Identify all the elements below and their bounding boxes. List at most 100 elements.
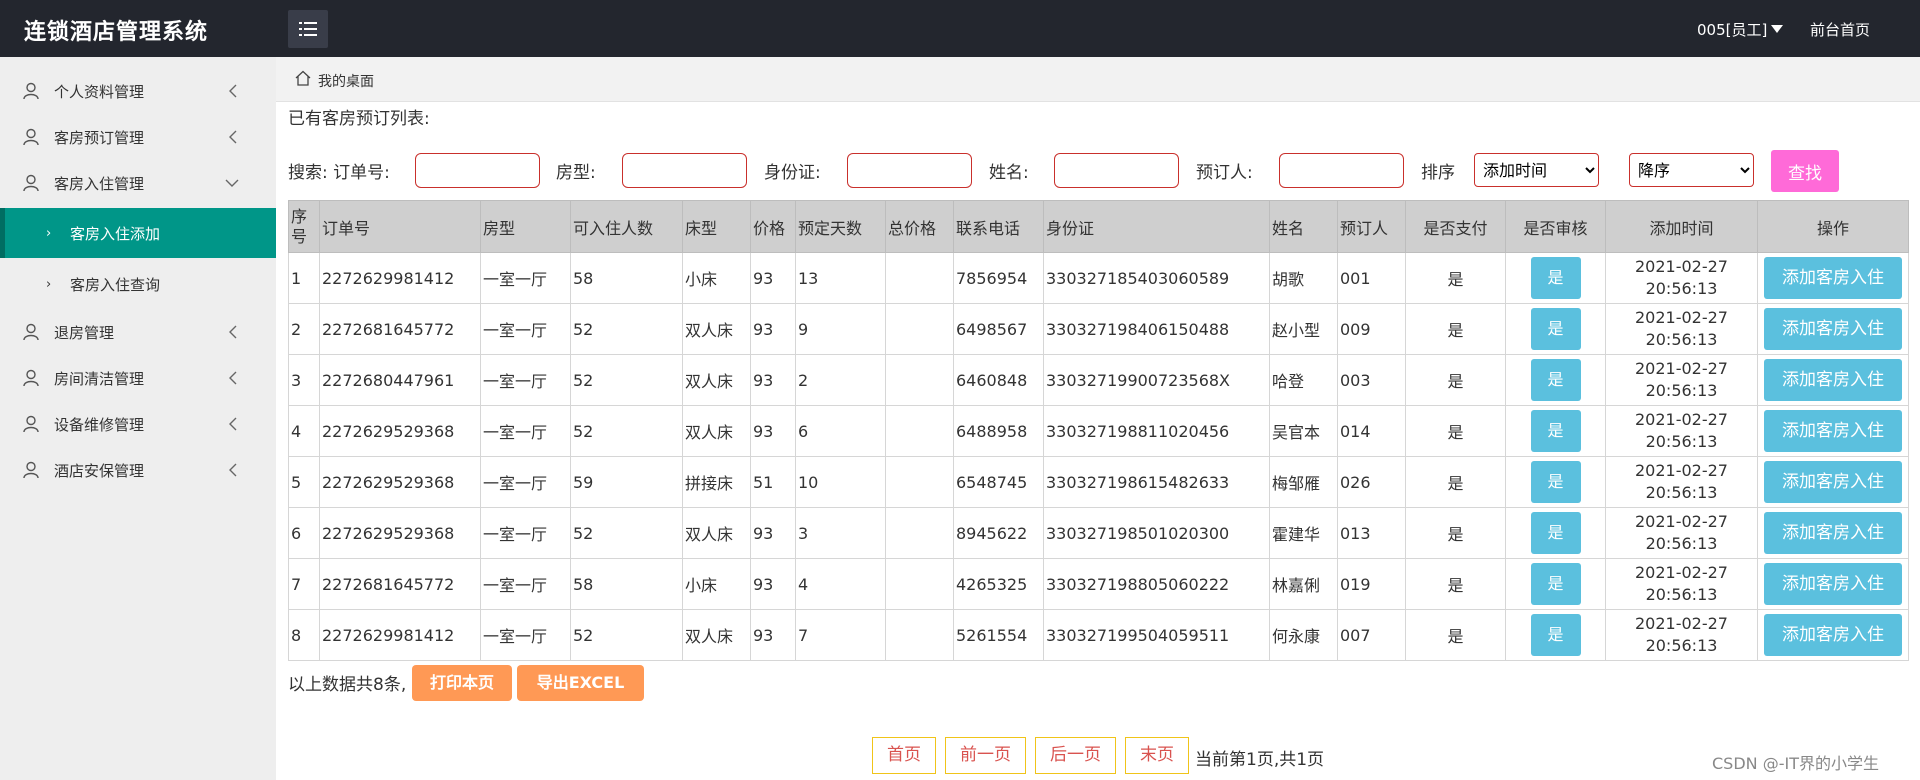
table-cell: 2272680447961 [319,354,481,406]
table-cell: 2272629529368 [319,405,481,457]
table-cell: 93 [750,303,796,355]
table-cell: 52 [570,405,683,457]
column-header: 预订人 [1337,200,1406,253]
app-title: 连锁酒店管理系统 [24,20,209,45]
sidebar-subitem-checkin-query[interactable]: › 客房入住查询 [0,259,276,309]
table-cell: 是 [1405,456,1506,508]
table-cell: 是 [1405,252,1506,304]
table-cell: 007 [1337,609,1406,661]
user-icon [23,323,39,341]
table-cell: 双人床 [682,405,751,457]
table-cell: 5261554 [953,609,1044,661]
pager-prev-button[interactable]: 前一页 [945,737,1026,774]
table-cell: 2272629981412 [319,609,481,661]
added-time-cell: 2021-02-27 20:56:13 [1605,507,1758,559]
table-cell: 4 [288,405,320,457]
table-header-row: 序号 订单号 房型 可入住人数 床型 价格 预定天数 总价格 联系电话 身份证 姓名 预订人 是否支付是… [288,200,1909,253]
sort-field-select[interactable]: 添加时间 [1474,153,1599,187]
table-cell: 4 [795,558,886,610]
table-body: 1 2272629981412 一室一厅 58 小床 93 13 7856954 3303271… [288,252,1909,661]
review-status-button[interactable]: 是 [1530,410,1581,452]
review-status-button[interactable]: 是 [1530,359,1581,401]
id-card-input[interactable] [847,153,972,188]
column-header: 是否支付 [1405,200,1506,253]
review-status-button[interactable]: 是 [1530,257,1581,299]
add-checkin-button[interactable]: 添加客房入住 [1764,512,1902,554]
print-page-button[interactable]: 打印本页 [412,665,512,701]
table-cell: 一室一厅 [480,609,571,661]
table-cell: 2272629529368 [319,507,481,559]
sidebar-item-checkin[interactable]: 客房入住管理 [0,160,276,206]
table-cell: 7 [795,609,886,661]
table-row: 8 2272629981412 一室一厅 52 双人床 93 7 5261554 3303271… [288,609,1909,661]
table-cell: 是 [1405,354,1506,406]
table-cell: 9 [795,303,886,355]
room-type-input[interactable] [622,153,747,188]
table-cell: 5 [288,456,320,508]
sidebar-item-label: 个人资料管理 [54,82,145,101]
table-cell [885,252,954,304]
table-cell: 是 [1405,507,1506,559]
sort-order-select[interactable]: 降序 [1629,153,1754,187]
review-status-button[interactable]: 是 [1530,614,1581,656]
table-cell: 6498567 [953,303,1044,355]
table-row: 1 2272629981412 一室一厅 58 小床 93 13 7856954 3303271… [288,252,1909,304]
add-checkin-button[interactable]: 添加客房入住 [1764,308,1902,350]
add-checkin-button[interactable]: 添加客房入住 [1764,563,1902,605]
review-cell: 是 [1505,405,1606,457]
table-cell: 林嘉俐 [1269,558,1338,610]
add-checkin-button[interactable]: 添加客房入住 [1764,614,1902,656]
review-status-button[interactable]: 是 [1530,308,1581,350]
pager-last-button[interactable]: 末页 [1125,737,1189,774]
export-excel-button[interactable]: 导出EXCEL [517,665,644,701]
add-checkin-button[interactable]: 添加客房入住 [1764,461,1902,503]
review-status-button[interactable]: 是 [1530,461,1581,503]
name-input[interactable] [1054,153,1179,188]
record-count: 以上数据共8条, [288,675,407,695]
chevron-left-icon [229,417,237,431]
added-time-cell: 2021-02-27 20:56:13 [1605,303,1758,355]
user-icon [23,174,39,192]
id-card-label: 身份证: [764,163,821,183]
table-cell: 霍建华 [1269,507,1338,559]
table-cell: 4265325 [953,558,1044,610]
pager-first-button[interactable]: 首页 [872,737,936,774]
sidebar-item-cleaning[interactable]: 房间清洁管理 [0,355,276,401]
menu-toggle-button[interactable] [288,10,328,48]
table-row: 2 2272681645772 一室一厅 52 双人床 93 9 6498567 3303271… [288,303,1909,355]
table-cell: 6460848 [953,354,1044,406]
sidebar-subitem-checkin-add[interactable]: › 客房入住添加 [0,208,276,258]
column-header: 床型 [682,200,751,253]
table-cell: 014 [1337,405,1406,457]
add-checkin-button[interactable]: 添加客房入住 [1764,359,1902,401]
review-status-button[interactable]: 是 [1530,563,1581,605]
breadcrumb-item-desktop[interactable]: 我的桌面 [318,71,374,91]
sidebar-item-maintenance[interactable]: 设备维修管理 [0,401,276,447]
add-checkin-button[interactable]: 添加客房入住 [1764,257,1902,299]
booker-input[interactable] [1279,153,1404,188]
sidebar-item-booking[interactable]: 客房预订管理 [0,114,276,160]
sidebar-item-profile[interactable]: 个人资料管理 [0,68,276,114]
hamburger-icon [299,22,317,36]
add-checkin-button[interactable]: 添加客房入住 [1764,410,1902,452]
front-desk-link[interactable]: 前台首页 [1810,19,1870,40]
table-cell: 019 [1337,558,1406,610]
home-icon[interactable] [294,70,312,86]
table-cell: 何永康 [1269,609,1338,661]
column-header: 联系电话 [953,200,1044,253]
column-header: 是否审核 [1505,200,1606,253]
review-status-button[interactable]: 是 [1530,512,1581,554]
table-cell: 是 [1405,558,1506,610]
user-menu[interactable]: 005[员工] [1697,19,1784,40]
table-cell: 哈登 [1269,354,1338,406]
user-icon [23,369,39,387]
table-cell: 001 [1337,252,1406,304]
pager-next-button[interactable]: 后一页 [1035,737,1116,774]
search-order-label: 搜索: 订单号: [288,163,390,183]
search-button[interactable]: 查找 [1771,150,1839,192]
table-cell: 梅邹雁 [1269,456,1338,508]
sidebar-item-checkout[interactable]: 退房管理 [0,309,276,355]
order-number-input[interactable] [415,153,540,188]
table-cell: 一室一厅 [480,558,571,610]
sidebar-item-security[interactable]: 酒店安保管理 [0,447,276,493]
